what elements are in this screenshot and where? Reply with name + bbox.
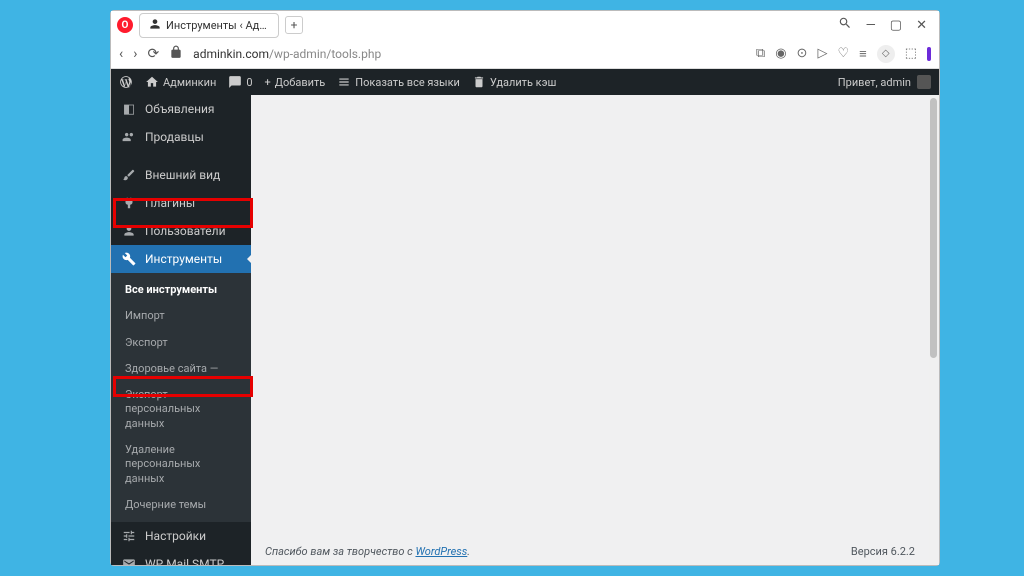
avatar-icon: [917, 75, 931, 89]
sidebar-item-sellers[interactable]: Продавцы: [111, 123, 251, 151]
submenu-child-themes[interactable]: Дочерние темы: [111, 492, 251, 518]
sidebar-item-users[interactable]: Пользователи: [111, 217, 251, 245]
users-icon: [121, 129, 137, 145]
sidebar-item-ads[interactable]: ◧Объявления: [111, 95, 251, 123]
browser-tab[interactable]: Инструменты ‹ Админки: [139, 13, 279, 38]
back-button[interactable]: ‹: [119, 46, 123, 62]
download-icon[interactable]: ⊙: [797, 46, 808, 61]
submenu-import[interactable]: Импорт: [111, 303, 251, 329]
forward-button[interactable]: ›: [133, 46, 137, 62]
add-new-link[interactable]: + Добавить: [265, 76, 326, 89]
new-tab-button[interactable]: +: [285, 16, 303, 34]
sidebar-item-wpmailsmtp[interactable]: WP Mail SMTP: [111, 550, 251, 565]
url-bar: ‹ › ⟳ adminkin.com/wp-admin/tools.php ⧉ …: [111, 39, 939, 69]
reload-button[interactable]: ⟳: [147, 46, 159, 62]
screenshot-icon[interactable]: ⧉: [756, 46, 765, 61]
wp-body: ◧Объявления Продавцы Внешний вид Плагины…: [111, 95, 939, 565]
wp-admin-bar: Админкин 0 + Добавить Показать все языки…: [111, 69, 939, 95]
show-languages-link[interactable]: Показать все языки: [337, 75, 460, 89]
sidebar-toggle-icon[interactable]: [927, 47, 931, 61]
sidebar-item-appearance[interactable]: Внешний вид: [111, 161, 251, 189]
maximize-button[interactable]: ▢: [890, 18, 902, 33]
opera-logo-icon: O: [117, 17, 133, 33]
site-link[interactable]: Админкин: [145, 75, 216, 89]
wp-version: Версия 6.2.2: [851, 545, 915, 558]
mail-icon: [121, 556, 137, 565]
heart-icon[interactable]: ♡: [837, 46, 849, 61]
url-text[interactable]: adminkin.com/wp-admin/tools.php: [193, 47, 381, 61]
scrollbar-thumb[interactable]: [930, 98, 937, 358]
extensions-icon[interactable]: ⬚: [905, 46, 917, 61]
person-icon: [148, 17, 162, 34]
send-icon[interactable]: ▷: [817, 46, 827, 61]
tab-bar: O Инструменты ‹ Админки + — ▢ ✕: [111, 11, 939, 39]
camera-icon[interactable]: ◉: [775, 46, 786, 61]
plug-icon: [121, 195, 137, 211]
browser-window: O Инструменты ‹ Админки + — ▢ ✕ ‹ › ⟳ ad…: [110, 10, 940, 566]
user-icon: [121, 223, 137, 239]
window-controls: — ▢ ✕: [838, 16, 933, 34]
profile-icon[interactable]: ◇: [877, 45, 895, 63]
wp-admin: Админкин 0 + Добавить Показать все языки…: [111, 69, 939, 565]
search-icon[interactable]: [838, 16, 852, 34]
submenu-export-personal[interactable]: Экспорт персональных данных: [111, 382, 251, 437]
lock-icon: [169, 45, 183, 62]
submenu-site-health[interactable]: Здоровье сайта —: [111, 356, 251, 382]
megaphone-icon: ◧: [121, 101, 137, 117]
footer-thanks: Спасибо вам за творчество с WordPress.: [265, 545, 470, 558]
clear-cache-link[interactable]: Удалить кэш: [472, 75, 557, 89]
wp-footer: Спасибо вам за творчество с WordPress. В…: [251, 537, 929, 565]
tools-submenu: Все инструменты Импорт Экспорт Здоровье …: [111, 273, 251, 522]
bookmark-icon[interactable]: ≡: [859, 46, 867, 62]
main-content: [251, 95, 939, 565]
wp-logo-icon[interactable]: [119, 75, 133, 89]
sliders-icon: [121, 528, 137, 544]
tab-title: Инструменты ‹ Админки: [166, 19, 270, 32]
sidebar-item-plugins[interactable]: Плагины: [111, 189, 251, 217]
url-bar-actions: ⧉ ◉ ⊙ ▷ ♡ ≡ ◇ ⬚: [756, 45, 931, 63]
submenu-erase-personal[interactable]: Удаление персональных данных: [111, 437, 251, 492]
sidebar-item-settings[interactable]: Настройки: [111, 522, 251, 550]
greeting[interactable]: Привет, admin: [838, 75, 931, 89]
sidebar-item-tools[interactable]: Инструменты: [111, 245, 251, 273]
wordpress-link[interactable]: WordPress: [415, 545, 467, 558]
scrollbar-track[interactable]: [929, 96, 938, 564]
wrench-icon: [121, 251, 137, 267]
minimize-button[interactable]: —: [866, 18, 876, 33]
close-button[interactable]: ✕: [916, 18, 927, 33]
submenu-all-tools[interactable]: Все инструменты: [111, 277, 251, 303]
comments-link[interactable]: 0: [228, 75, 252, 89]
brush-icon: [121, 167, 137, 183]
submenu-export[interactable]: Экспорт: [111, 330, 251, 356]
admin-sidebar: ◧Объявления Продавцы Внешний вид Плагины…: [111, 95, 251, 565]
